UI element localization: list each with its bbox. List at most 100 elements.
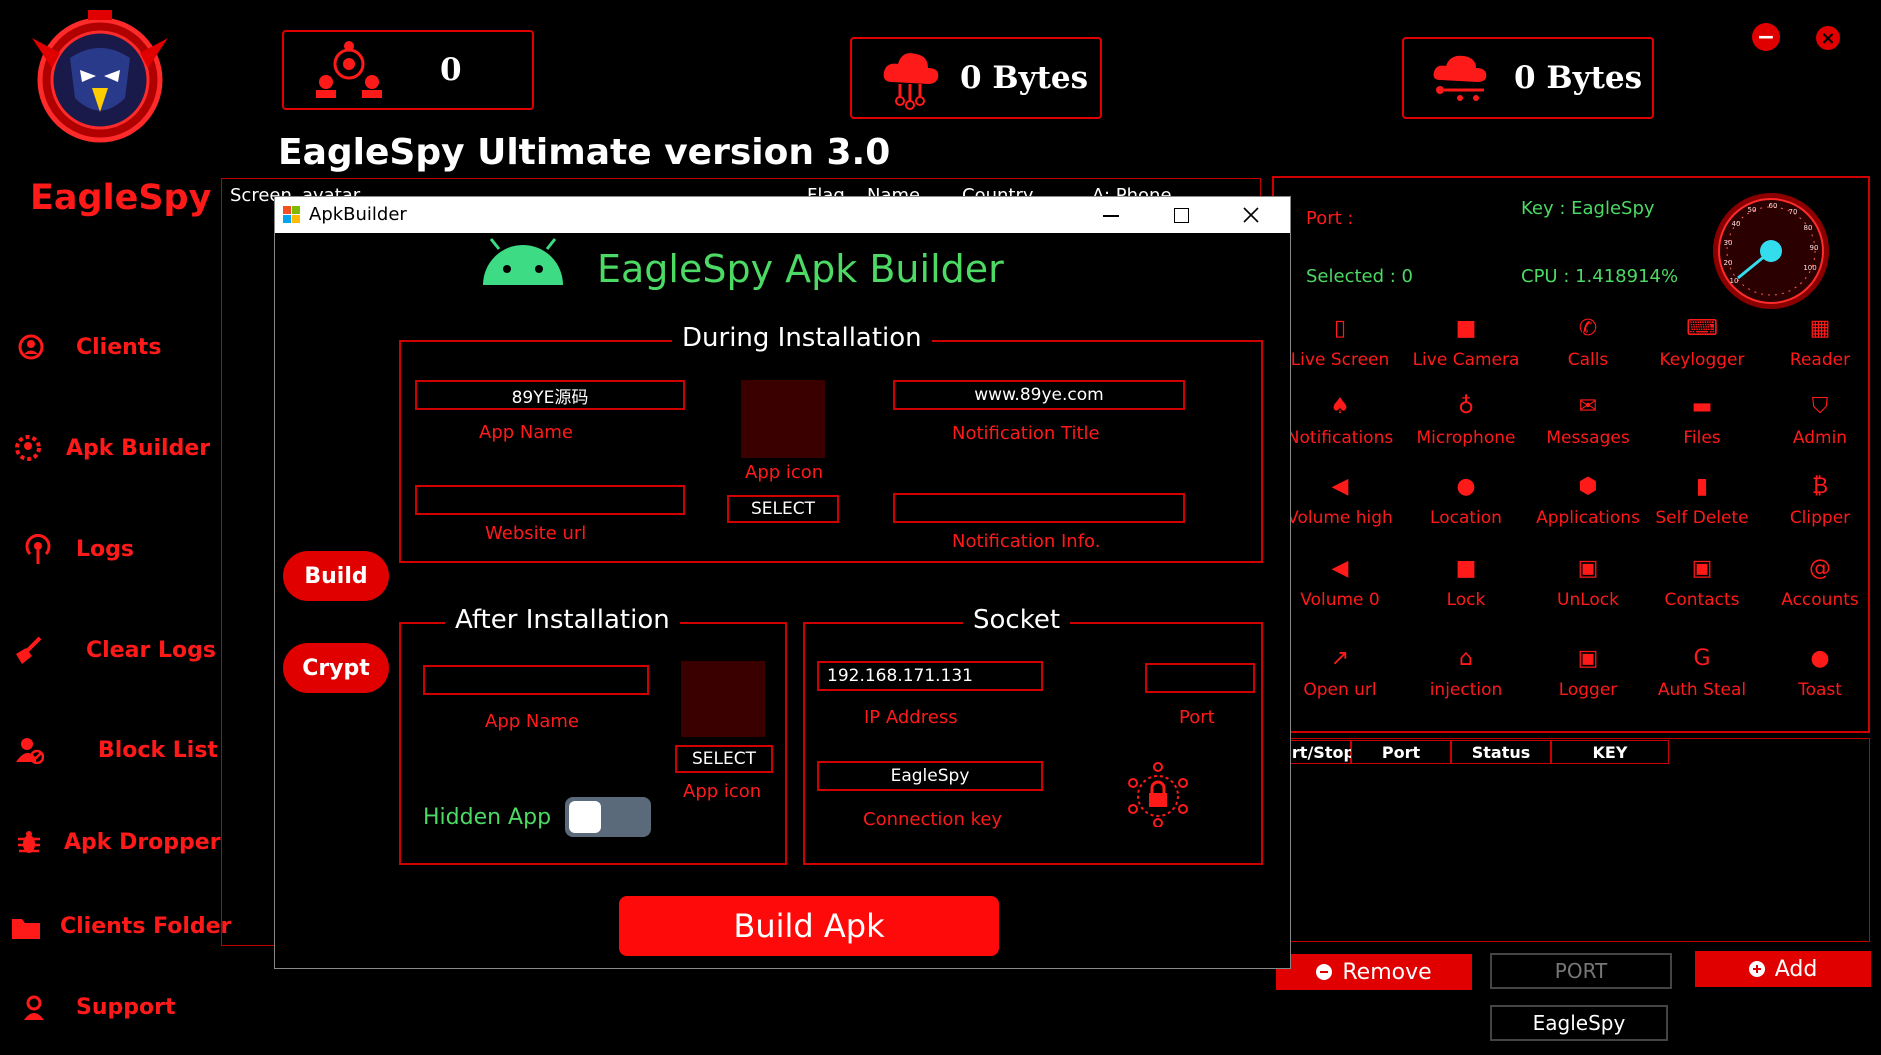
tool-volume-high[interactable]: ◀ Volume high — [1280, 474, 1400, 529]
phone-icon: ▯ — [1333, 316, 1347, 341]
ip-address-label: IP Address — [864, 707, 958, 728]
after-app-icon-preview[interactable] — [681, 661, 765, 737]
port-input[interactable]: PORT — [1490, 953, 1672, 989]
tool-label: Logger — [1558, 680, 1618, 700]
dialog-close-button[interactable] — [1239, 203, 1263, 227]
tool-lock[interactable]: ■ Lock — [1406, 558, 1526, 611]
tool-applications[interactable]: ⬢ Applications — [1528, 474, 1648, 529]
android-icon: ⬢ — [1578, 474, 1598, 499]
notification-info-input[interactable] — [893, 493, 1185, 523]
gauge-tick: 80 — [1804, 224, 1813, 232]
external-link-icon: ↗ — [1330, 646, 1350, 671]
tool-toast[interactable]: ● Toast — [1760, 648, 1880, 701]
tool-unlock[interactable]: ▣ UnLock — [1528, 558, 1648, 611]
keyboard-icon: ⌨ — [1686, 316, 1718, 341]
tool-files[interactable]: ▬ Files — [1642, 396, 1762, 449]
hidden-app-label: Hidden App — [423, 805, 552, 830]
tool-keylogger[interactable]: ⌨ Keylogger — [1642, 316, 1762, 371]
sidebar-item-clear-logs[interactable]: Clear Logs — [14, 636, 216, 664]
connection-key-input[interactable]: EagleSpy — [817, 761, 1043, 791]
tool-label: injection — [1429, 680, 1503, 700]
tool-messages[interactable]: ✉ Messages — [1528, 396, 1648, 449]
minimize-button[interactable]: − — [1752, 23, 1780, 51]
notification-title-input[interactable]: www.89ye.com — [893, 380, 1185, 410]
ip-address-input[interactable]: 192.168.171.131 — [817, 661, 1043, 691]
during-installation-title: During Installation — [672, 323, 932, 353]
sidebar-item-label: Apk Builder — [66, 435, 211, 461]
dialog-maximize-button[interactable] — [1171, 205, 1191, 225]
mic-icon: ♁ — [1457, 394, 1475, 419]
user-block-icon — [16, 738, 44, 764]
network-lock-icon-wrap — [1127, 761, 1189, 831]
selected-label: Selected : 0 — [1306, 266, 1413, 287]
tool-auth-steal[interactable]: G Auth Steal — [1642, 646, 1762, 701]
minimize-icon: − — [1756, 24, 1776, 50]
sidebar-item-label: Clients Folder — [60, 914, 232, 939]
app-name-input[interactable]: 89YE源码 — [415, 380, 685, 410]
key-value: EagleSpy — [1532, 1011, 1626, 1035]
tool-admin[interactable]: ⛉ Admin — [1760, 396, 1880, 449]
after-select-icon-button[interactable]: SELECT — [675, 745, 773, 773]
socket-port-input[interactable] — [1145, 663, 1255, 693]
tool-calls[interactable]: ✆ Calls — [1528, 316, 1648, 371]
tool-label: Location — [1430, 508, 1502, 528]
sidebar-item-apk-dropper[interactable]: Apk Dropper — [16, 829, 221, 855]
app-icon-preview[interactable] — [741, 380, 825, 458]
tool-live-camera[interactable]: ■ Live Camera — [1406, 318, 1526, 371]
after-app-name-label: App Name — [485, 711, 579, 732]
app-name-label: App Name — [479, 422, 573, 443]
col-header-port: Port — [1351, 740, 1451, 764]
call-icon: ✆ — [1578, 316, 1598, 341]
close-app-button[interactable]: × — [1816, 26, 1840, 50]
mute-icon: ◀ — [1331, 556, 1349, 581]
tool-reader[interactable]: ▦ Reader — [1760, 318, 1880, 371]
sidebar-item-logs[interactable]: Logs — [24, 534, 134, 564]
tool-location[interactable]: ● Location — [1406, 474, 1526, 529]
gauge-tick: 20 — [1724, 259, 1733, 267]
tool-label: Live Screen — [1290, 350, 1390, 370]
sidebar-item-apk-builder[interactable]: Apk Builder — [14, 434, 210, 462]
crypt-button[interactable]: Crypt — [283, 643, 389, 693]
remove-label: Remove — [1342, 959, 1432, 985]
dialog-titlebar[interactable]: ApkBuilder — [275, 197, 1290, 233]
cloud-network-icon — [1433, 55, 1487, 101]
build-button[interactable]: Build — [283, 551, 389, 601]
key-input[interactable]: EagleSpy — [1490, 1005, 1668, 1041]
gauge-tick: 10 — [1730, 277, 1739, 285]
network-lock-icon — [1128, 762, 1188, 828]
sidebar-item-clients-folder[interactable]: Clients Folder — [12, 914, 231, 939]
google-icon: G — [1693, 646, 1711, 671]
tool-microphone[interactable]: ♁ Microphone — [1406, 394, 1526, 449]
website-url-input[interactable] — [415, 485, 685, 515]
add-button[interactable]: Add — [1695, 951, 1871, 987]
dialog-title: ApkBuilder — [309, 204, 407, 225]
tool-self-delete[interactable]: ▮ Self Delete — [1642, 476, 1762, 529]
tool-open-url[interactable]: ↗ Open url — [1280, 646, 1400, 701]
tool-logger[interactable]: ▣ Logger — [1528, 648, 1648, 701]
tool-injection[interactable]: ⌂ injection — [1406, 648, 1526, 701]
tool-notifications[interactable]: ♠ Notifications — [1280, 396, 1400, 449]
tool-contacts[interactable]: ▣ Contacts — [1642, 558, 1762, 611]
dialog-minimize-button[interactable] — [1101, 205, 1121, 225]
volume-icon: ◀ — [1331, 474, 1349, 499]
sidebar-item-support[interactable]: Support — [22, 994, 175, 1020]
key-label: Key : EagleSpy — [1521, 198, 1655, 219]
build-apk-button[interactable]: Build Apk — [619, 896, 999, 956]
hidden-app-toggle[interactable] — [565, 797, 651, 837]
tool-live-screen[interactable]: ▯ Live Screen — [1280, 316, 1400, 371]
minus-circle-icon — [1316, 964, 1333, 980]
remove-button[interactable]: Remove — [1276, 954, 1472, 990]
pin-icon: ● — [1456, 474, 1476, 499]
tool-volume-0[interactable]: ◀ Volume 0 — [1280, 556, 1400, 611]
after-app-icon-label: App icon — [683, 781, 762, 802]
sidebar-item-clients[interactable]: Clients — [18, 334, 161, 360]
after-app-name-input[interactable] — [423, 665, 649, 695]
tool-clipper[interactable]: ₿ Clipper — [1760, 476, 1880, 529]
download-box: 0 Bytes — [1402, 37, 1654, 119]
select-icon-button[interactable]: SELECT — [727, 495, 839, 523]
sidebar-item-block-list[interactable]: Block List — [16, 736, 218, 764]
col-header-status: Status — [1451, 740, 1551, 764]
gauge-tick: 30 — [1724, 239, 1733, 247]
tool-accounts[interactable]: @ Accounts — [1760, 558, 1880, 611]
speedometer-icon: 10 20 30 40 50 60 70 80 90 100 — [1713, 193, 1829, 309]
